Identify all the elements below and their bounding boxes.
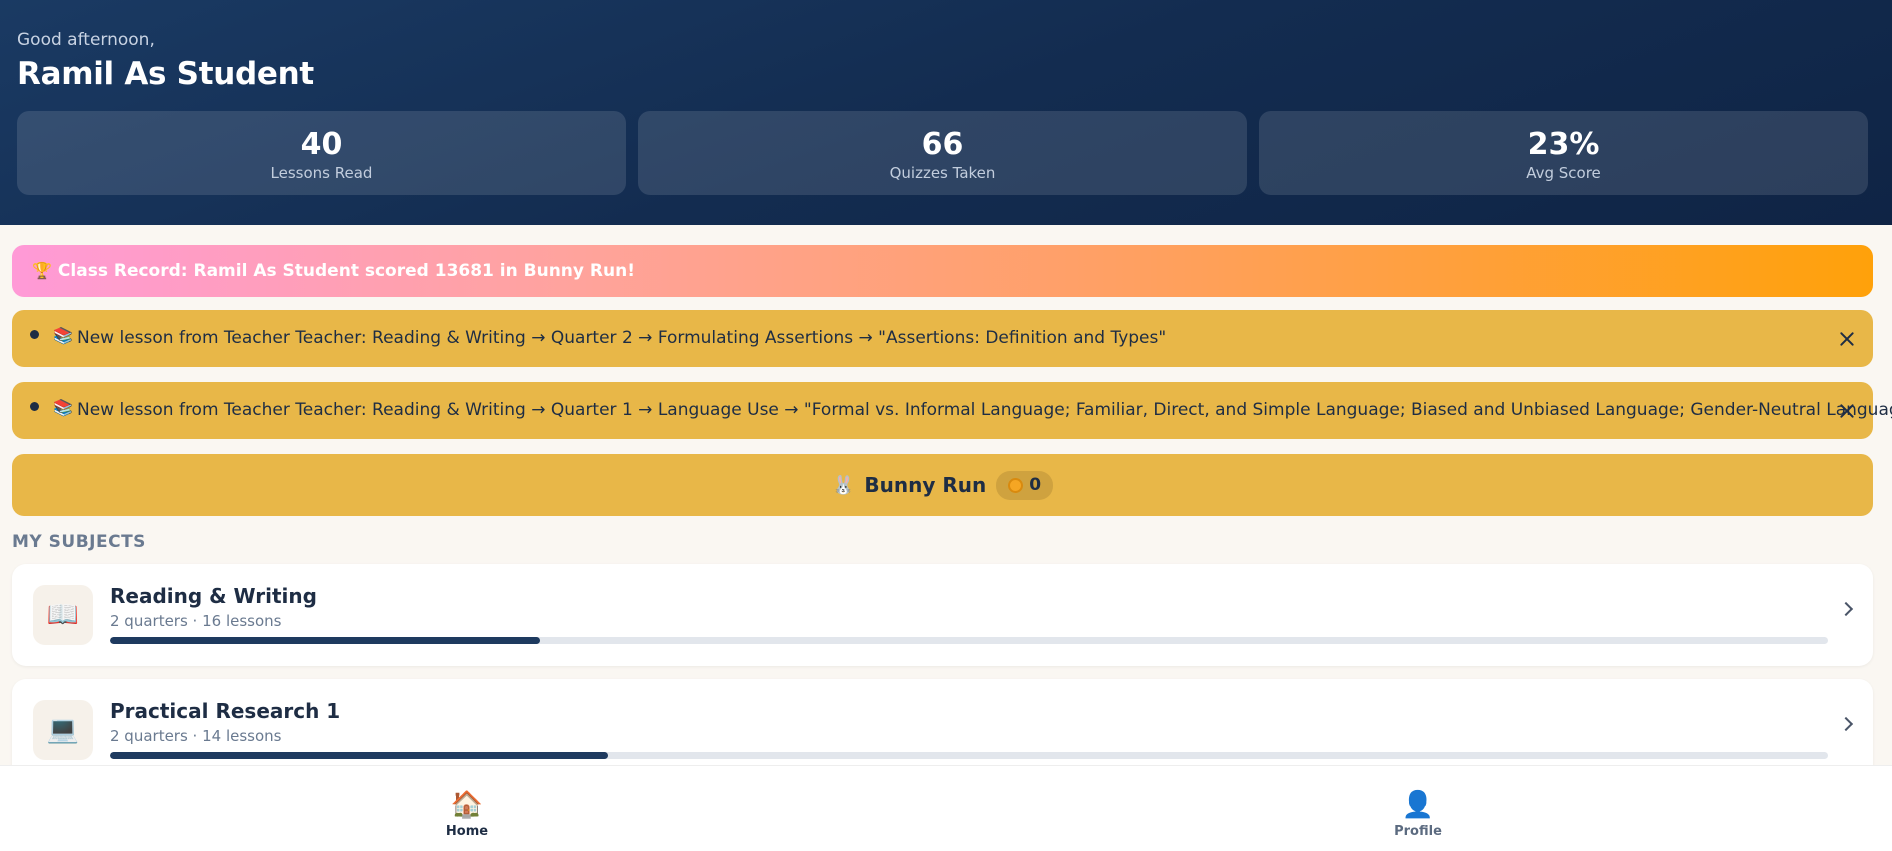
stat-avg-score: 23% Avg Score [1259,111,1868,195]
class-record-banner: 🏆 Class Record: Ramil As Student scored … [12,245,1873,297]
stat-label: Avg Score [1526,164,1601,182]
open-book-icon: 📖 [33,585,93,645]
stat-value: 40 [300,127,343,162]
nav-label: Profile [1394,824,1442,839]
coin-count: 0 [1029,475,1042,495]
chevron-right-icon [1838,601,1854,617]
notification-text: New lesson from Teacher Teacher: Reading… [77,400,1892,420]
stat-quizzes-taken: 66 Quizzes Taken [638,111,1247,195]
bunny-icon: 🐰 [831,474,855,496]
bunny-run-button[interactable]: 🐰 Bunny Run 0 [12,454,1873,516]
books-icon: 📚 [53,398,73,417]
progress-fill [110,637,540,644]
progress-fill [110,752,609,759]
close-icon[interactable] [1835,399,1859,423]
notification-text: New lesson from Teacher Teacher: Reading… [77,328,1167,348]
game-label: Bunny Run [864,473,987,497]
stat-lessons-read: 40 Lessons Read [17,111,626,195]
coin-badge: 0 [996,470,1054,500]
books-icon: 📚 [53,326,73,345]
progress-bar [110,637,1828,644]
person-icon: 👤 [1401,790,1435,820]
notification-item[interactable]: 📚 New lesson from Teacher Teacher: Readi… [12,310,1873,367]
unread-dot [30,330,39,339]
notification-item[interactable]: 📚 New lesson from Teacher Teacher: Readi… [12,382,1892,439]
nav-label: Home [445,824,489,839]
bottom-nav: 🏠 Home 👤 Profile [0,765,1892,851]
nav-home[interactable]: 🏠 Home [407,790,527,839]
user-name: Ramil As Student [17,56,314,92]
chevron-right-icon [1838,716,1854,732]
stat-value: 23% [1527,127,1600,162]
coin-icon [1008,477,1024,493]
unread-dot [30,402,39,411]
subject-meta: 2 quarters · 16 lessons [110,612,282,630]
section-title-my-subjects: MY SUBJECTS [12,532,146,552]
trophy-icon: 🏆 [32,261,52,280]
greeting: Good afternoon, [17,30,155,50]
stat-label: Lessons Read [270,164,373,182]
stats-row: 40 Lessons Read 66 Quizzes Taken 23% Avg… [17,111,1868,195]
close-icon[interactable] [1835,327,1859,351]
subject-name: Practical Research 1 [110,699,341,723]
progress-bar [110,752,1828,759]
house-icon: 🏠 [450,790,484,820]
laptop-icon: 💻 [33,700,93,760]
subject-card-reading-writing[interactable]: 📖 Reading & Writing 2 quarters · 16 less… [12,564,1873,666]
header: Good afternoon, Ramil As Student 40 Less… [0,0,1892,225]
stat-value: 66 [921,127,964,162]
subject-name: Reading & Writing [110,584,317,608]
subject-meta: 2 quarters · 14 lessons [110,727,282,745]
nav-profile[interactable]: 👤 Profile [1358,790,1478,839]
stat-label: Quizzes Taken [889,164,996,182]
class-record-text: Class Record: Ramil As Student scored 13… [57,261,635,281]
